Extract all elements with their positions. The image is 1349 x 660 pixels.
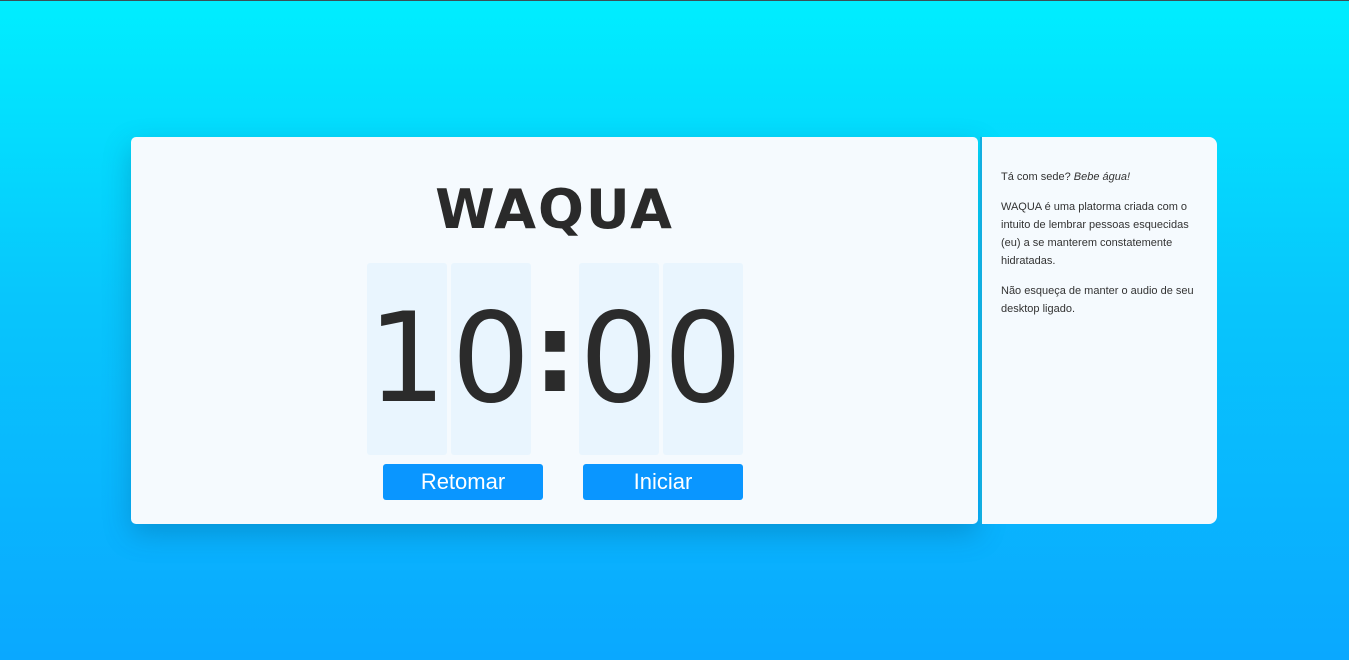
resume-button[interactable]: Retomar [383, 464, 543, 500]
timer-card: WAQUA 1 0 : 0 0 Retomar Iniciar [131, 137, 978, 524]
info-question: Tá com sede? Bebe água! [1001, 168, 1199, 186]
seconds-tens-digit: 0 [579, 263, 659, 455]
info-reminder: Não esqueça de manter o audio de seu des… [1001, 285, 1194, 315]
app-logo: WAQUA [435, 178, 674, 241]
info-description: WAQUA é uma platorma criada com o intuit… [1001, 201, 1189, 267]
question-emphasis: Bebe água! [1073, 171, 1131, 183]
time-separator: : [533, 289, 577, 417]
seconds-ones-digit: 0 [663, 263, 743, 455]
info-panel: Tá com sede? Bebe água! WAQUA é uma plat… [980, 137, 1217, 524]
question-text: Tá com sede? [1001, 171, 1074, 183]
minutes-ones-digit: 0 [451, 263, 531, 455]
minutes-tens-digit: 1 [367, 263, 447, 455]
start-button[interactable]: Iniciar [583, 464, 743, 500]
